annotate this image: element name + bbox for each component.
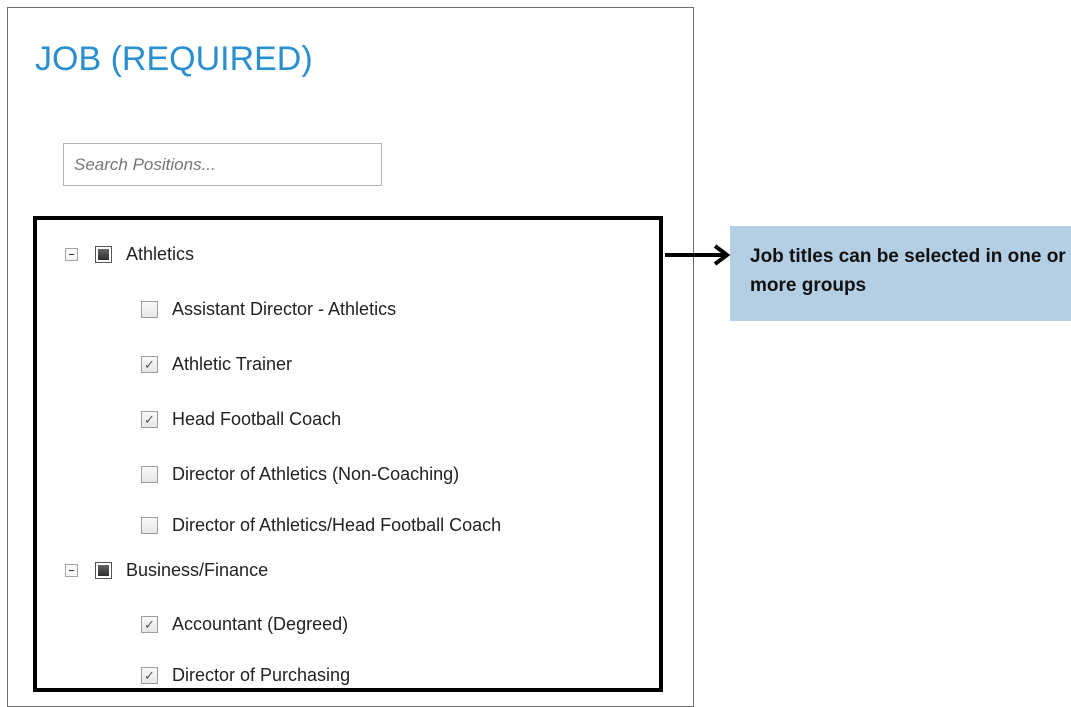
job-tree-highlight: Athletics ✓ Assistant Director - Athleti… <box>33 216 663 692</box>
tree-group-athletics[interactable]: Athletics <box>65 240 194 268</box>
job-label: Head Football Coach <box>172 408 342 429</box>
job-item-head-football-coach[interactable]: ✓ Head Football Coach <box>141 405 341 433</box>
checkmark-icon: ✓ <box>144 411 155 427</box>
checkmark-icon: ✓ <box>144 667 155 683</box>
job-checkbox[interactable]: ✓ <box>141 516 158 534</box>
job-label: Director of Athletics/Head Football Coac… <box>172 514 502 535</box>
job-item-director-of-athletics-head-football-coach[interactable]: ✓ Director of Athletics/Head Football Co… <box>141 511 501 539</box>
job-checkbox[interactable]: ✓ <box>141 355 158 373</box>
job-item-director-of-purchasing[interactable]: ✓ Director of Purchasing <box>141 661 351 688</box>
callout-note: Job titles can be selected in one or mor… <box>730 226 1071 321</box>
group-label: Athletics <box>126 243 195 264</box>
tree-group-business-finance[interactable]: Business/Finance <box>65 556 268 584</box>
job-checkbox[interactable]: ✓ <box>141 410 158 428</box>
job-checkbox[interactable]: ✓ <box>141 465 158 483</box>
right-arrow-icon <box>665 244 731 266</box>
job-label: Accountant (Degreed) <box>172 613 349 634</box>
job-label: Athletic Trainer <box>172 353 293 374</box>
group-checkbox-business-finance[interactable] <box>95 561 112 579</box>
job-item-assistant-director-athletics[interactable]: ✓ Assistant Director - Athletics <box>141 295 396 323</box>
search-input[interactable] <box>63 143 382 186</box>
job-item-athletic-trainer[interactable]: ✓ Athletic Trainer <box>141 350 292 378</box>
job-label: Director of Purchasing <box>172 664 351 685</box>
checkmark-icon: ✓ <box>144 616 155 632</box>
job-item-accountant-degreed[interactable]: ✓ Accountant (Degreed) <box>141 610 348 638</box>
group-checkbox-athletics[interactable] <box>95 245 112 263</box>
job-label: Director of Athletics (Non-Coaching) <box>172 463 460 484</box>
collapse-minus-icon[interactable] <box>65 247 78 261</box>
checkmark-icon: ✓ <box>144 356 155 372</box>
job-label: Assistant Director - Athletics <box>172 298 397 319</box>
job-item-director-of-athletics-non-coaching[interactable]: ✓ Director of Athletics (Non-Coaching) <box>141 460 459 488</box>
job-checkbox[interactable]: ✓ <box>141 615 158 633</box>
group-label: Business/Finance <box>126 559 269 580</box>
job-checkbox[interactable]: ✓ <box>141 300 158 318</box>
job-checkbox[interactable]: ✓ <box>141 666 158 684</box>
page-title: JOB (REQUIRED) <box>35 40 313 78</box>
collapse-minus-icon[interactable] <box>65 563 78 577</box>
